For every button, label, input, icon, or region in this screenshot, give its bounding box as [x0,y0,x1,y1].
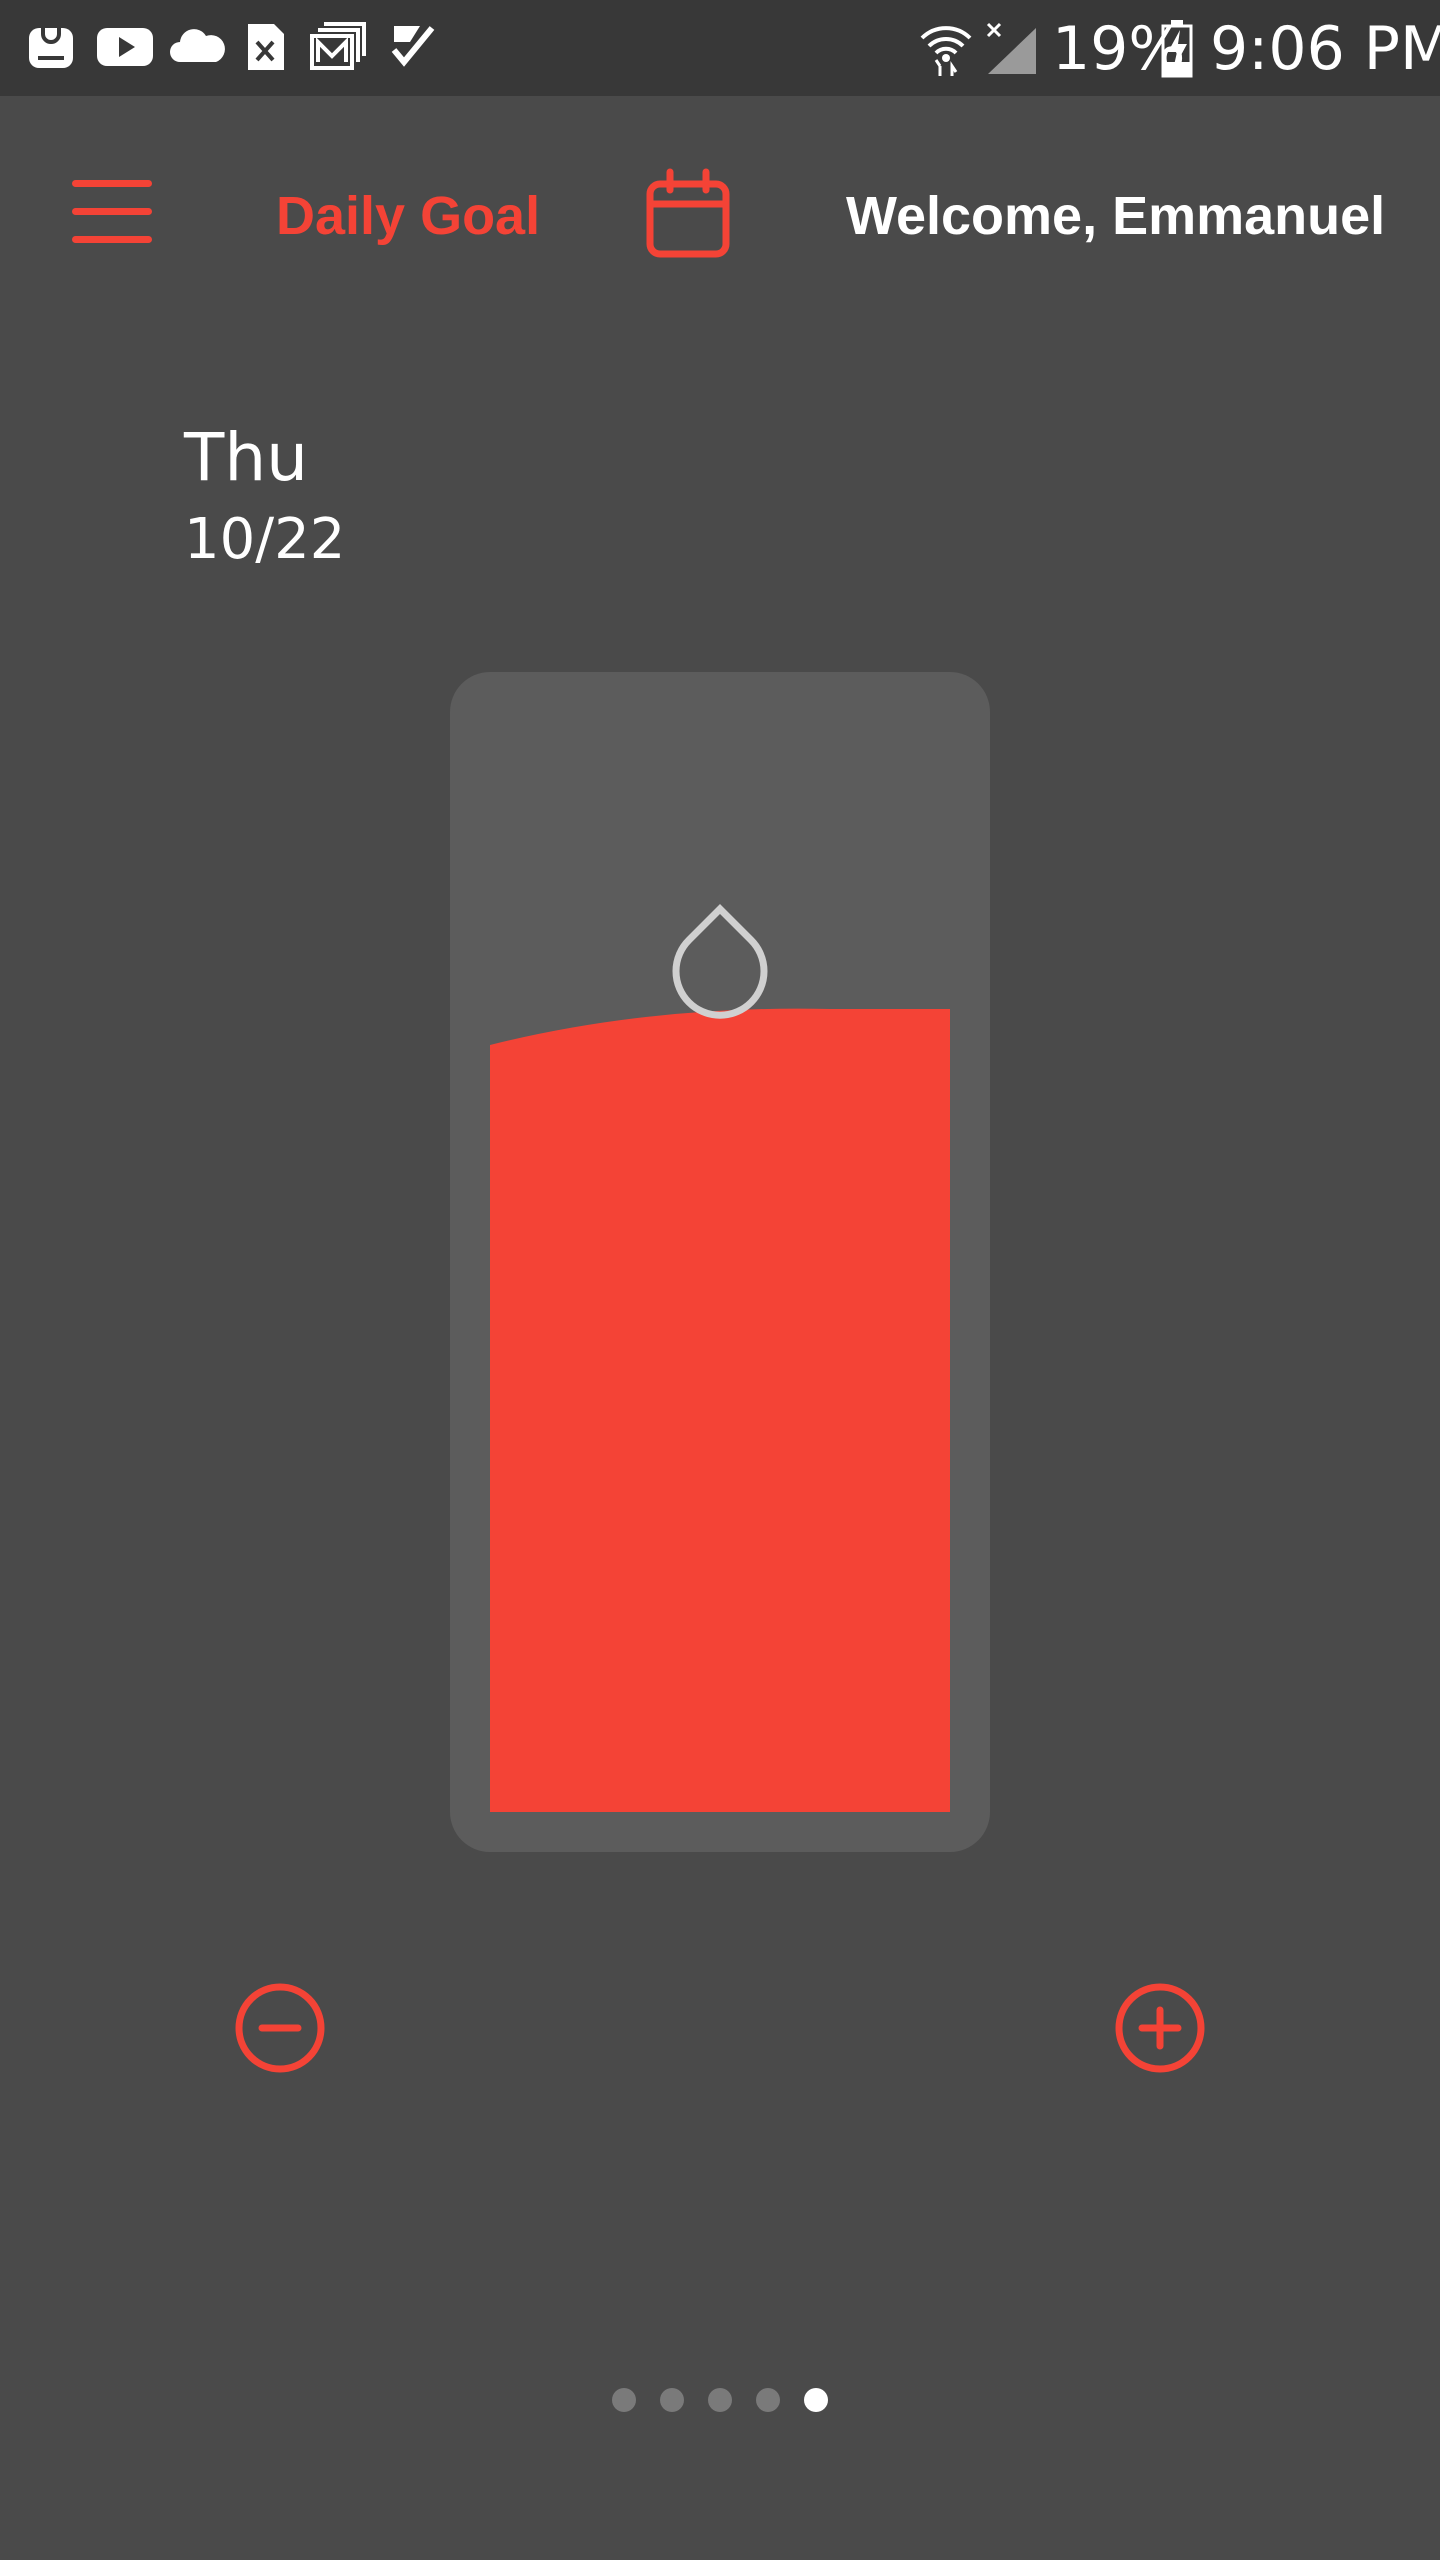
wifi-icon [920,26,972,76]
gmail-icon [310,22,366,70]
bottle-graphic [490,904,950,1812]
day-label: Thu [184,419,308,496]
pager-dot[interactable] [804,2388,828,2412]
status-bar: 19% 9:06 PM [0,0,1440,96]
youtube-icon [97,28,153,66]
galaxy-apps-icon [29,26,73,68]
cloud-icon [170,29,225,62]
water-fill [490,1008,950,1812]
tasks-check-icon [391,26,435,67]
battery-charging-icon [1161,20,1193,78]
welcome-message: Welcome, Emmanuel [846,186,1386,246]
date-label: 10/22 [184,507,346,572]
page-indicator [0,2380,1440,2420]
hamburger-line [72,208,152,215]
increase-button[interactable] [1114,1982,1206,2074]
pager-dot[interactable] [756,2388,780,2412]
calendar-icon[interactable] [640,166,736,262]
excel-icon [248,24,284,70]
pager-dot[interactable] [660,2388,684,2412]
menu-button[interactable] [64,176,160,252]
pager-dot[interactable] [612,2388,636,2412]
water-bottle[interactable] [450,672,990,1852]
pager-dot[interactable] [708,2388,732,2412]
signal-off-icon [986,22,1036,74]
hamburger-line [72,236,152,243]
clock: 9:06 PM [1210,14,1440,84]
hamburger-menu-icon [72,180,152,187]
daily-goal-link[interactable]: Daily Goal [276,176,540,256]
decrease-button[interactable] [234,1982,326,2074]
app-header: Daily Goal Welcome, Emmanuel [0,96,1440,326]
water-drop-icon [672,904,768,1019]
